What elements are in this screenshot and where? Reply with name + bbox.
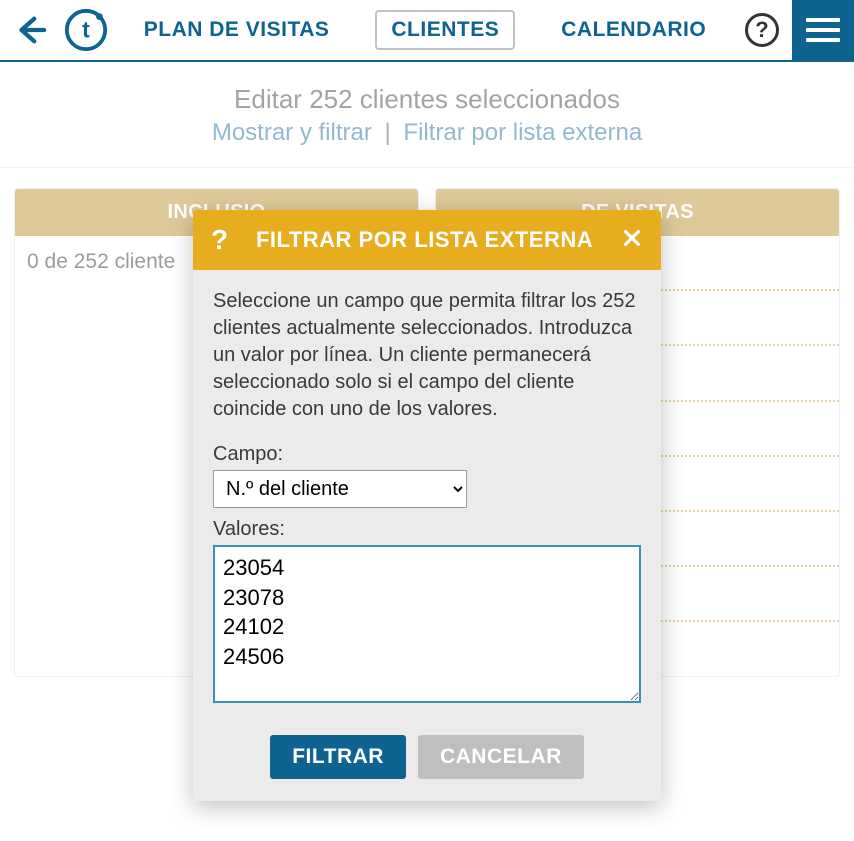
topbar: t PLAN DE VISITAS CLIENTES CALENDARIO ? (0, 0, 854, 62)
modal-help-button[interactable]: ? (211, 224, 228, 256)
modal-title: FILTRAR POR LISTA EXTERNA (228, 227, 621, 253)
svg-text:t: t (82, 17, 90, 43)
field-select[interactable]: N.º del cliente (213, 470, 467, 508)
logo-icon: t (63, 7, 109, 53)
filter-external-modal: ? FILTRAR POR LISTA EXTERNA Seleccione u… (193, 210, 661, 801)
modal-header: ? FILTRAR POR LISTA EXTERNA (193, 210, 661, 270)
help-button[interactable]: ? (738, 13, 786, 47)
modal-actions: FILTRAR CANCELAR (193, 719, 661, 801)
main-nav: PLAN DE VISITAS CLIENTES CALENDARIO (112, 10, 738, 50)
nav-clientes[interactable]: CLIENTES (375, 10, 515, 50)
values-textarea[interactable] (213, 545, 641, 703)
modal-body: Seleccione un campo que permita filtrar … (193, 270, 661, 719)
nav-calendario[interactable]: CALENDARIO (547, 12, 720, 48)
filter-button[interactable]: FILTRAR (270, 735, 406, 779)
modal-description: Seleccione un campo que permita filtrar … (213, 288, 641, 423)
field-label: Campo: (213, 443, 641, 466)
nav-plan-visitas[interactable]: PLAN DE VISITAS (130, 12, 344, 48)
values-label: Valores: (213, 518, 641, 541)
question-icon: ? (745, 13, 779, 47)
cancel-button[interactable]: CANCELAR (418, 735, 584, 779)
hamburger-icon (806, 18, 840, 22)
hamburger-menu-button[interactable] (792, 0, 854, 61)
back-button[interactable] (0, 13, 60, 47)
arrow-left-icon (13, 13, 47, 47)
app-logo: t (60, 7, 112, 53)
close-icon (621, 227, 643, 249)
modal-close-button[interactable] (621, 227, 643, 253)
